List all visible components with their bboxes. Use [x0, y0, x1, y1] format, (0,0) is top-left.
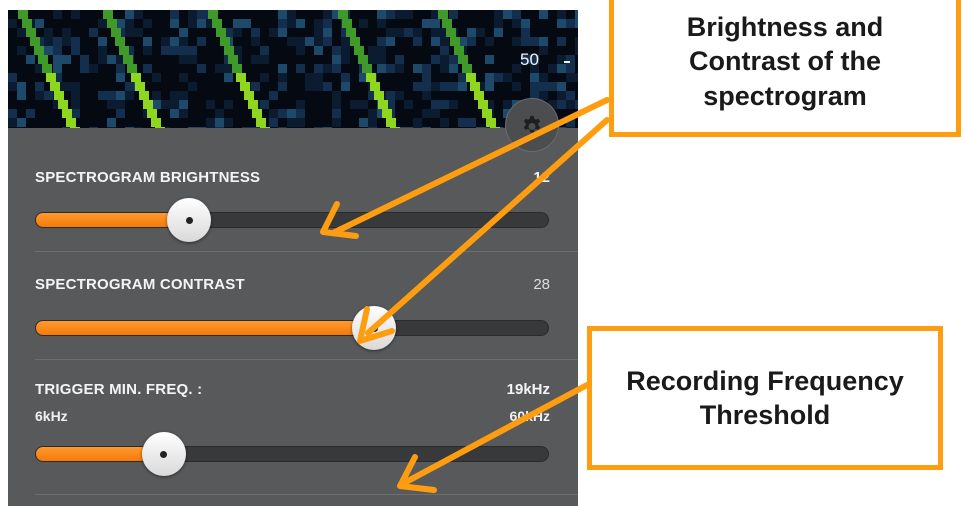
annotation-arrows	[320, 97, 610, 493]
arrow-to-brightness	[332, 97, 610, 235]
arrow-to-contrast	[365, 117, 610, 336]
arrow-to-trigger	[403, 382, 590, 485]
arrowhead-brightness	[320, 201, 359, 239]
